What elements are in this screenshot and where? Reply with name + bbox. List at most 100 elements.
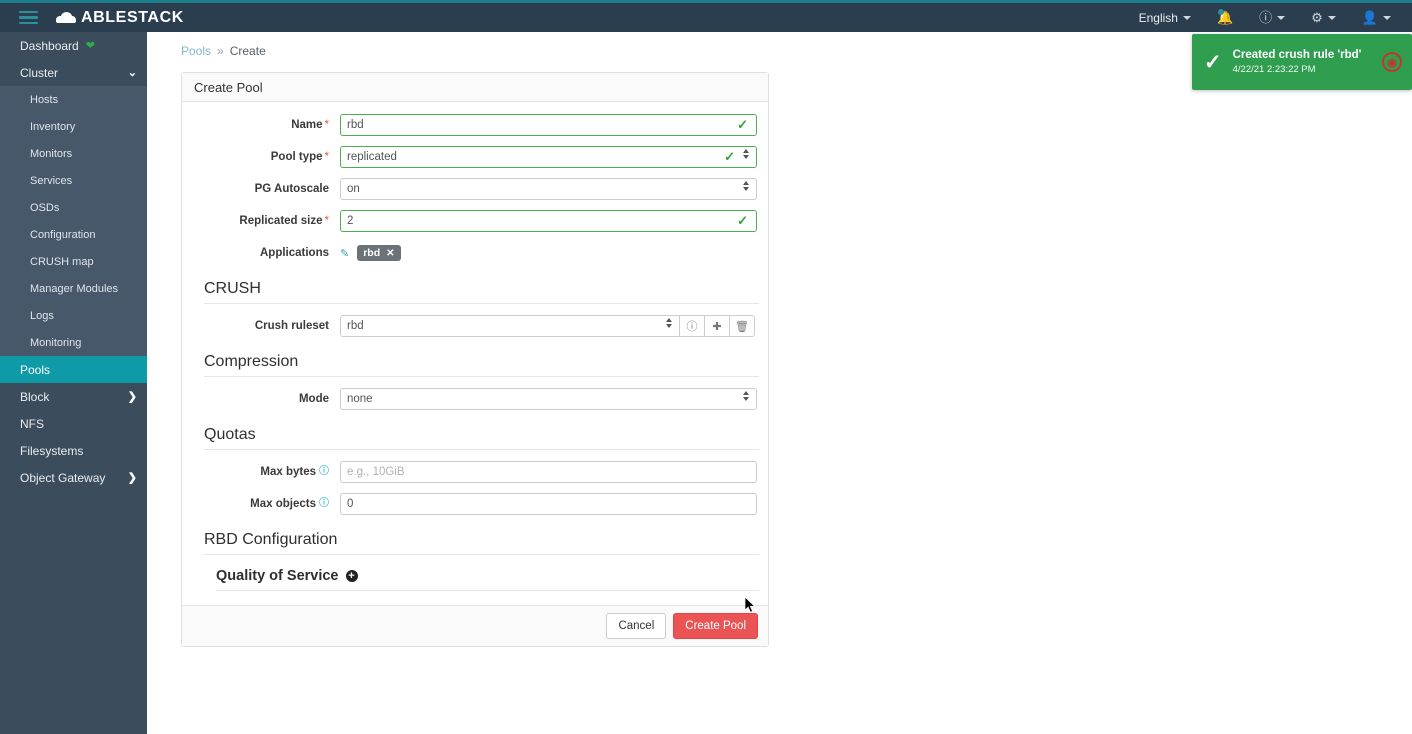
brand-logo[interactable]: ABLESTACK <box>56 9 184 27</box>
compression-mode-select[interactable] <box>340 388 757 410</box>
sidebar-item-label: Monitors <box>30 147 73 160</box>
pg-autoscale-select[interactable] <box>340 178 757 200</box>
form-row-applications: Applications ✎ rbd ✕ <box>193 242 757 264</box>
label-max-objects: Max objects ⓘ <box>193 493 340 515</box>
chevron-down-icon <box>1383 15 1391 20</box>
label-text: Applications <box>259 247 329 259</box>
label-name: Name * <box>193 114 340 136</box>
user-menu[interactable]: 👤 <box>1349 3 1404 32</box>
question-circle-icon: ⓘ <box>1259 10 1273 25</box>
name-input[interactable] <box>340 114 757 136</box>
sidebar-item-osds[interactable]: OSDs <box>0 194 147 221</box>
crush-ruleset-select[interactable] <box>340 315 680 337</box>
circle-plus-icon[interactable]: + <box>345 570 358 583</box>
section-heading-quotas: Quotas <box>204 426 759 450</box>
label-text: Max bytes <box>260 466 316 479</box>
sidebar-item-pools[interactable]: Pools <box>0 356 147 383</box>
sidebar-item-nfs[interactable]: NFS <box>0 410 147 437</box>
broadcast-icon: ◉ <box>1382 52 1402 72</box>
max-bytes-input[interactable] <box>340 461 757 483</box>
close-icon[interactable]: ✕ <box>386 248 394 259</box>
user-icon: 👤 <box>1361 10 1378 25</box>
sidebar-item-cluster[interactable]: Cluster ⌄ <box>0 59 147 86</box>
form-row-pg-autoscale: PG Autoscale <box>193 178 757 200</box>
pool-type-select[interactable] <box>340 146 757 168</box>
sidebar-item-object-gateway[interactable]: Object Gateway ❯ <box>0 464 147 491</box>
top-navbar: ABLESTACK English 🔔 ⓘ ⚙ 👤 <box>0 0 1412 32</box>
sidebar-item-monitors[interactable]: Monitors <box>0 140 147 167</box>
sidebar-item-crush-map[interactable]: CRUSH map <box>0 248 147 275</box>
section-heading-crush: CRUSH <box>204 280 759 304</box>
chevron-down-icon: ⌄ <box>127 67 137 79</box>
max-objects-input[interactable] <box>340 493 757 516</box>
label-pool-type: Pool type * <box>193 146 340 168</box>
notifications-button[interactable]: 🔔 <box>1204 3 1246 32</box>
toast-timestamp: 4/22/21 2:23:22 PM <box>1232 64 1316 75</box>
chevron-right-icon: ❯ <box>127 472 137 484</box>
section-heading-quality-of-service[interactable]: Quality of Service + <box>216 568 759 592</box>
crush-ruleset-delete-button[interactable]: 🗑 <box>730 315 755 337</box>
sidebar-item-monitoring[interactable]: Monitoring <box>0 329 147 356</box>
sidebar-item-manager-modules[interactable]: Manager Modules <box>0 275 147 302</box>
cloud-icon <box>56 12 76 23</box>
form-row-name: Name* ✓ <box>193 114 757 136</box>
sidebar-item-services[interactable]: Services <box>0 167 147 194</box>
chevron-down-icon <box>1182 15 1191 20</box>
chevron-down-icon <box>1327 15 1336 20</box>
notification-toast[interactable]: ✓ Created crush rule 'rbd' 4/22/21 2:23:… <box>1192 34 1412 90</box>
sidebar-item-dashboard[interactable]: Dashboard ❤ <box>0 32 147 59</box>
breadcrumb-link-pools[interactable]: Pools <box>181 44 211 58</box>
form-row-compression-mode: Mode <box>193 388 757 410</box>
field-max-objects <box>340 493 757 516</box>
settings-menu[interactable]: ⚙ <box>1298 3 1349 32</box>
crush-ruleset-info-button[interactable]: ⓘ <box>680 315 705 337</box>
create-pool-button[interactable]: Create Pool <box>673 613 758 640</box>
panel-header: Create Pool <box>182 73 768 102</box>
create-pool-panel: Create Pool Name* ✓ Pool type* <box>181 72 769 648</box>
language-label: English <box>1138 10 1178 25</box>
help-menu[interactable]: ⓘ <box>1246 3 1298 32</box>
section-heading-compression: Compression <box>204 353 759 377</box>
pencil-icon[interactable]: ✎ <box>340 247 349 260</box>
sidebar-item-configuration[interactable]: Configuration <box>0 221 147 248</box>
question-circle-icon[interactable]: ⓘ <box>319 498 329 509</box>
section-heading-rbd-configuration: RBD Configuration <box>204 531 759 556</box>
question-circle-icon: ⓘ <box>686 321 698 333</box>
field-applications: ✎ rbd ✕ <box>340 242 757 264</box>
cancel-button[interactable]: Cancel <box>606 613 667 640</box>
label-crush-ruleset: Crush ruleset <box>193 315 340 337</box>
field-compression-mode <box>340 388 757 410</box>
sidebar-item-logs[interactable]: Logs <box>0 302 147 329</box>
toast-title: Created crush rule 'rbd' <box>1232 49 1362 61</box>
sidebar-item-label: Services <box>30 174 73 187</box>
section-body-crush: Crush ruleset ⓘ <box>193 304 757 337</box>
replicated-size-input[interactable] <box>340 210 757 232</box>
label-text: Crush ruleset <box>254 320 329 332</box>
main-content: Pools » Create Create Pool Name* ✓ Pool <box>147 32 1412 734</box>
page-title: Create Pool <box>194 79 263 95</box>
sidebar-item-block[interactable]: Block ❯ <box>0 383 147 410</box>
label-pg-autoscale: PG Autoscale <box>193 178 340 200</box>
form-row-replicated-size: Replicated size* ✓ <box>193 210 757 232</box>
panel-footer: Cancel Create Pool <box>182 605 768 647</box>
label-text: Mode <box>298 393 329 405</box>
question-circle-icon[interactable]: ⓘ <box>319 466 329 477</box>
sidebar-item-label: Block <box>20 389 50 404</box>
label-text: Replicated size <box>239 215 323 227</box>
crush-ruleset-add-button[interactable]: ✚ <box>705 315 730 337</box>
field-replicated-size: ✓ <box>340 210 757 232</box>
sidebar-item-label: OSDs <box>30 201 60 214</box>
sidebar-item-filesystems[interactable]: Filesystems <box>0 437 147 464</box>
hamburger-icon[interactable] <box>0 3 56 32</box>
sidebar-item-hosts[interactable]: Hosts <box>0 86 147 113</box>
required-marker: * <box>324 119 329 131</box>
sidebar-item-inventory[interactable]: Inventory <box>0 113 147 140</box>
language-selector[interactable]: English <box>1126 3 1204 32</box>
field-pool-type: ✓ <box>340 146 757 168</box>
form-row-pool-type: Pool type* ✓ <box>193 146 757 168</box>
label-text: PG Autoscale <box>254 183 329 195</box>
field-pg-autoscale <box>340 178 757 200</box>
heart-icon: ❤ <box>85 40 95 52</box>
sidebar-item-label: Configuration <box>30 228 96 241</box>
sidebar-item-label: Cluster <box>20 65 59 80</box>
